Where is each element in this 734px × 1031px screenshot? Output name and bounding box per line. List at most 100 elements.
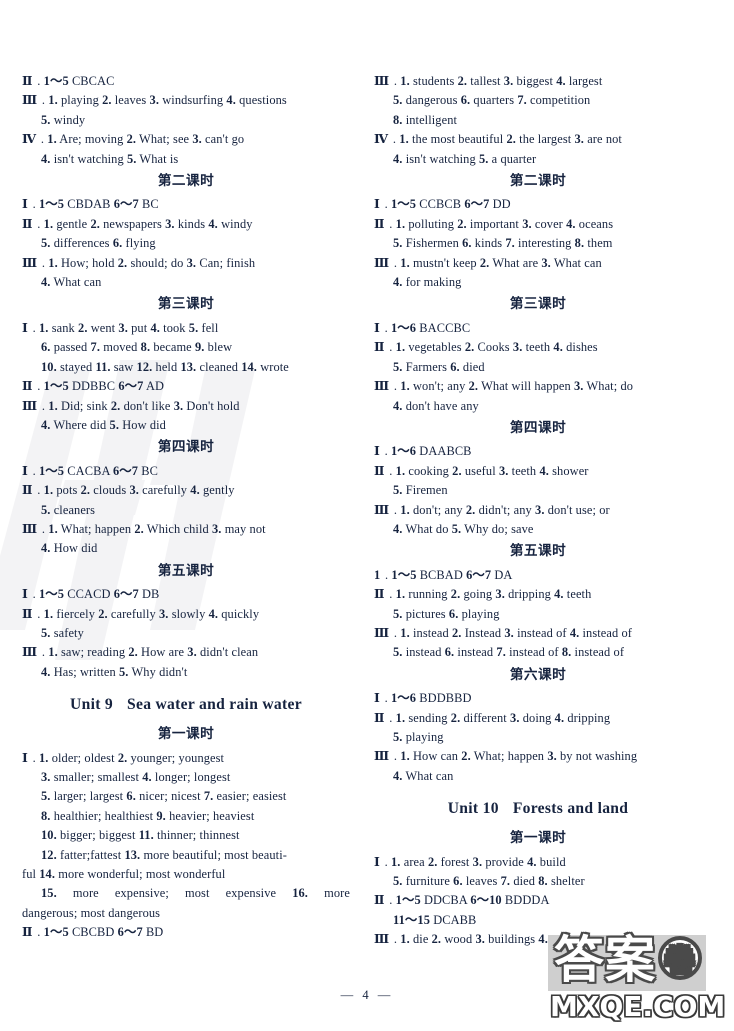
item-number: 3. <box>118 320 128 335</box>
answer-line-continuation: 8. intelligent <box>393 112 458 127</box>
item-number: 1～6 <box>391 444 417 459</box>
answer-line-continuation: 5. differences 6. flying <box>41 236 156 251</box>
item-number: 4. <box>41 151 51 166</box>
answer-line: Ⅱ. 1. fiercely 2. carefully 3. slowly 4.… <box>22 606 260 621</box>
answer-line: Ⅲ. 1. saw; reading 2. How are 3. didn't … <box>22 645 259 660</box>
lesson-heading: 第三课时 <box>509 296 567 313</box>
item-number: 5. <box>41 625 51 640</box>
item-number: 2. <box>117 750 128 765</box>
item-number: 12. <box>41 847 57 862</box>
item-number: 1. <box>400 749 410 764</box>
item-number: 4. <box>208 216 218 231</box>
item-number: 4. <box>226 93 236 108</box>
answer-line-continuation: 4. What can <box>393 768 454 783</box>
section-marker: Ⅱ <box>22 74 33 88</box>
answer-line-continuation: 5. Farmers 6. died <box>393 359 485 374</box>
item-number: 3. <box>503 74 514 88</box>
answer-line-continuation: 4. What do 5. Why do; save <box>393 521 534 536</box>
item-number: 4. <box>527 854 537 869</box>
lesson-heading: 第四课时 <box>157 439 215 456</box>
answer-line: Ⅳ. 1. the most beautiful 2. the largest … <box>374 132 622 147</box>
item-number: 5. <box>41 502 51 517</box>
item-number: 4. <box>393 768 403 783</box>
lesson-heading: 第五课时 <box>509 543 567 560</box>
answer-line: Ⅱ. 1. running 2. going 3. dripping 4. te… <box>374 587 592 602</box>
section-marker: Ⅳ <box>374 132 388 147</box>
item-number: 1. <box>400 502 410 517</box>
section-marker: Ⅱ <box>22 925 33 940</box>
answer-line: Ⅳ. 1. Are; moving 2. What; see 3. can't … <box>22 132 245 147</box>
section-marker: Ⅱ <box>374 340 385 355</box>
lesson-heading: 第一课时 <box>509 830 567 847</box>
answer-line-continuation: 5. larger; largest 6. nicer; nicest 7. e… <box>41 789 287 804</box>
answer-line: Ⅲ. 1. How; hold 2. should; do 3. Can; fi… <box>22 255 256 270</box>
item-number: 3. <box>165 216 175 231</box>
item-number: 3. <box>475 932 485 947</box>
item-number: 3. <box>129 483 139 498</box>
item-number: 1～5 <box>43 379 69 394</box>
item-number: 4. <box>393 275 403 290</box>
item-number: 2. <box>90 216 100 231</box>
answer-line-continuation: 6. passed 7. moved 8. became 9. blew <box>41 340 233 355</box>
item-number: 3. <box>186 255 197 270</box>
item-number: 5. <box>393 359 403 374</box>
item-number: 6. <box>444 645 455 660</box>
item-number: 1. <box>395 340 406 355</box>
item-number: 4. <box>208 606 219 621</box>
answer-line: Ⅰ. 1. older; oldest 2. younger; youngest <box>22 750 225 765</box>
answer-line-continuation: 5. instead 6. instead 7. instead of 8. i… <box>393 645 625 660</box>
answer-line-continuation: dangerous; most dangerous <box>22 905 161 920</box>
item-number: 4. <box>142 770 152 784</box>
item-number: 4. <box>553 340 563 355</box>
item-number: 6～7 <box>113 197 139 212</box>
item-number: 3. <box>574 379 584 394</box>
answer-line-continuation: 5. cleaners <box>41 502 96 517</box>
item-number: 2. <box>450 587 461 602</box>
answer-line: Ⅱ. 1～5 CBCBD 6～7 BD <box>22 925 164 940</box>
item-number: 9. <box>156 808 166 823</box>
item-number: 1. <box>43 606 54 621</box>
answer-line: Ⅱ. 1. polluting 2. important 3. cover 4.… <box>374 216 614 231</box>
item-number: 2. <box>506 132 516 147</box>
answer-line: 15. more expensive; most expensive 16. m… <box>41 886 350 901</box>
item-number: 12. <box>136 359 153 374</box>
unit-title: Sea water and rain water <box>127 696 302 714</box>
item-number: 4. <box>539 463 549 478</box>
item-number: 4. <box>393 151 403 166</box>
item-number: 5. <box>393 483 403 498</box>
answer-line-continuation: 4. for making <box>393 275 462 290</box>
item-number: 1. <box>43 483 54 498</box>
answer-line-continuation: 4. Where did 5. How did <box>41 417 166 432</box>
section-marker: Ⅲ <box>374 379 389 394</box>
item-number: 2. <box>110 398 121 413</box>
item-number: 5. <box>119 664 129 679</box>
answer-line-continuation: 10. stayed 11. saw 12. held 13. cleaned … <box>41 359 289 374</box>
item-number: 5. <box>393 236 403 251</box>
item-number: 4. <box>190 483 200 498</box>
item-number: 1. <box>48 645 58 660</box>
item-number: 5. <box>393 93 403 108</box>
item-number: 6. <box>112 236 123 251</box>
item-number: 10. <box>41 828 57 843</box>
item-number: 1～5 <box>43 74 69 88</box>
item-number: 3. <box>547 749 557 764</box>
item-number: 3. <box>173 398 184 413</box>
item-number: 15. <box>41 886 57 901</box>
item-number: 2. <box>431 932 442 947</box>
item-number: 2. <box>134 521 144 536</box>
item-number: 2. <box>78 320 88 335</box>
item-number: 3. <box>159 606 169 621</box>
answer-line-continuation: 5. dangerous 6. quarters 7. competition <box>393 93 591 108</box>
item-number: 7. <box>505 236 515 251</box>
item-number: 3. <box>504 625 514 640</box>
item-number: 3. <box>512 340 523 355</box>
item-number: 5. <box>393 606 403 621</box>
item-number: 1～5 <box>39 463 65 478</box>
answer-line: Ⅰ. 1～5 CCBCB 6～7 DD <box>374 197 511 212</box>
section-marker: Ⅰ <box>374 854 380 869</box>
item-number: 1. <box>400 932 410 947</box>
two-column-layout: Ⅱ. 1～5 CBCAC Ⅲ. 1. playing 2. leaves 3. w… <box>22 72 712 950</box>
item-number: 2. <box>427 854 438 869</box>
item-number: 1. <box>48 93 58 108</box>
item-number: 2. <box>117 255 128 270</box>
